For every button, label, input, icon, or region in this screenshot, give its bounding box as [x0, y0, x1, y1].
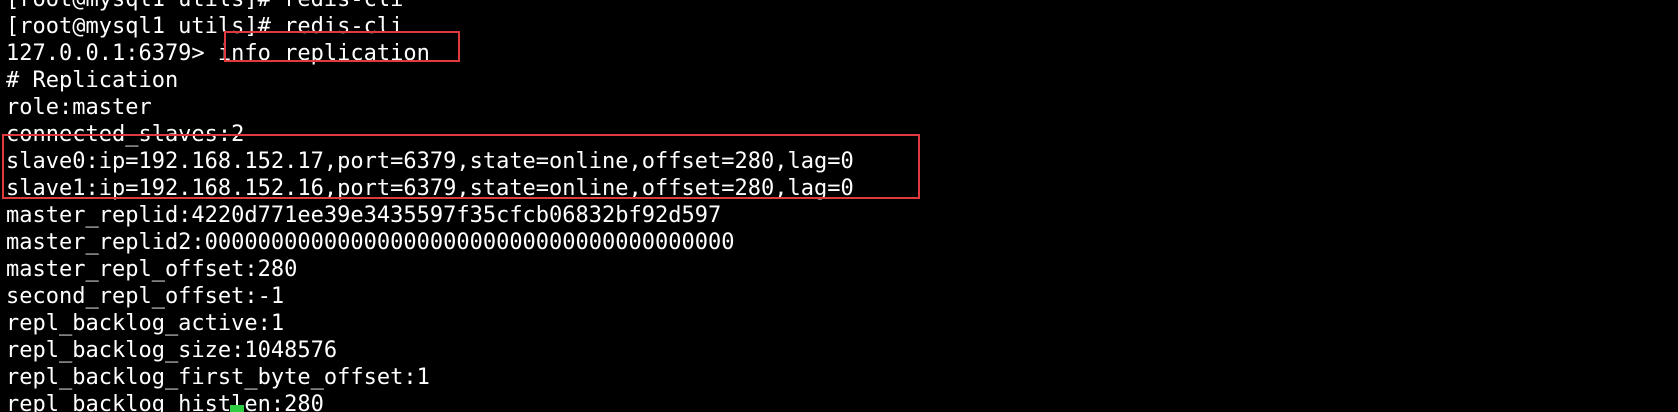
terminal-line-previous: [root@mysql1 utils]# redis-cli: [6, 0, 854, 13]
terminal-line-repl-backlog-active: repl_backlog_active:1: [6, 311, 285, 336]
terminal-window[interactable]: [root@mysql1 utils]# redis-cli [root@mys…: [0, 0, 1678, 412]
command-highlight-box: [224, 31, 460, 62]
terminal-line-repl-backlog-first-byte-offset: repl_backlog_first_byte_offset:1: [6, 365, 430, 390]
slaves-highlight-box: [2, 134, 920, 199]
terminal-line-section-header: # Replication: [6, 68, 179, 93]
terminal-line-repl-backlog-histlen: repl_backlog_histlen:280: [6, 392, 324, 412]
terminal-line-master-replid: master_replid:4220d771ee39e3435597f35cfc…: [6, 203, 722, 228]
terminal-line-second-repl-offset: second_repl_offset:-1: [6, 284, 285, 309]
terminal-line-master-replid2: master_replid2:0000000000000000000000000…: [6, 230, 735, 255]
terminal-line-repl-backlog-size: repl_backlog_size:1048576: [6, 338, 338, 363]
terminal-cursor: [230, 405, 244, 412]
terminal-line-master-repl-offset: master_repl_offset:280: [6, 257, 298, 282]
terminal-line-role: role:master: [6, 95, 152, 120]
